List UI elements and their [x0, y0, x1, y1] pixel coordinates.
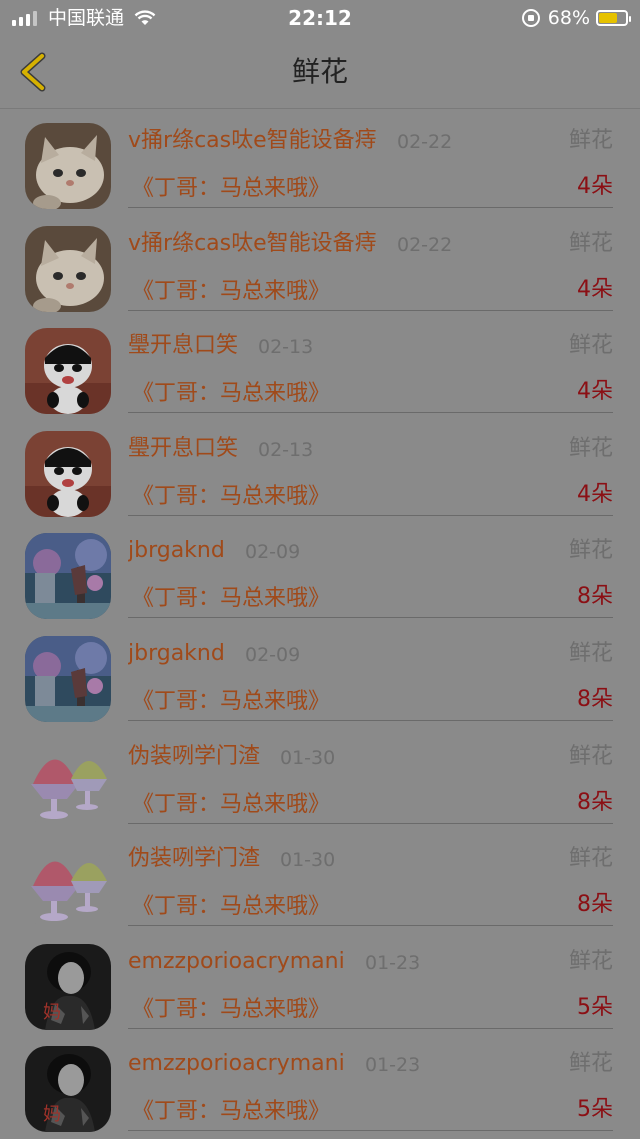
- gift-row[interactable]: jbrgaknd 02-09 鲜花 《丁哥：马总来哦》 8朵: [0, 519, 640, 622]
- sender-name[interactable]: 璺开息口笑: [128, 332, 238, 360]
- battery-icon: [596, 10, 631, 26]
- kitten-avatar: [25, 123, 111, 209]
- sender-name[interactable]: jbrgaknd: [128, 537, 225, 565]
- ice-cream-avatar: [25, 739, 111, 825]
- gift-row[interactable]: v捅r绦cas呔e智能设备痔 02-22 鲜花 《丁哥：马总来哦》 4朵: [0, 212, 640, 315]
- gift-date: 02-09: [245, 541, 301, 564]
- kitten-avatar: [25, 226, 111, 312]
- gift-date: 01-23: [365, 951, 421, 974]
- gift-type: 鲜花: [568, 948, 613, 974]
- gift-message: 《丁哥：马总来哦》: [132, 996, 331, 1022]
- gift-type: 鲜花: [568, 538, 613, 564]
- divider: [128, 1027, 613, 1029]
- divider: [128, 719, 613, 721]
- sender-name[interactable]: v捅r绦cas呔e智能设备痔: [128, 230, 377, 258]
- gift-count: 5朵: [577, 1097, 613, 1123]
- gift-row[interactable]: 璺开息口笑 02-13 鲜花 《丁哥：马总来哦》 4朵: [0, 314, 640, 417]
- sender-name[interactable]: emzzporioacrymani: [128, 1050, 345, 1078]
- sender-name[interactable]: emzzporioacrymani: [128, 948, 345, 976]
- gift-message: 《丁哥：马总来哦》: [132, 1099, 331, 1125]
- avatar[interactable]: [25, 533, 111, 619]
- sender-name[interactable]: jbrgaknd: [128, 640, 225, 668]
- gift-row[interactable]: jbrgaknd 02-09 鲜花 《丁哥：马总来哦》 8朵: [0, 622, 640, 725]
- gift-count: 4朵: [577, 174, 613, 199]
- avatar[interactable]: [25, 123, 111, 209]
- status-bar: 中国联通 22:12 68%: [0, 0, 640, 36]
- ice-cream-avatar: [25, 841, 111, 927]
- avatar[interactable]: [25, 841, 111, 927]
- gift-date: 02-22: [397, 233, 453, 256]
- gift-date: 01-30: [280, 849, 336, 872]
- gift-type: 鲜花: [568, 230, 613, 256]
- battery-level: [599, 13, 617, 23]
- avatar[interactable]: [25, 328, 111, 414]
- nav-bar: 鲜花: [0, 36, 640, 109]
- avatar[interactable]: [25, 1046, 111, 1132]
- gift-row[interactable]: emzzporioacrymani 01-23 鲜花 《丁哥：马总来哦》 5朵: [0, 930, 640, 1033]
- gift-date: 02-13: [258, 336, 314, 359]
- gift-count: 4朵: [577, 276, 613, 302]
- gift-count: 8朵: [577, 892, 613, 918]
- portrait-avatar: [25, 944, 111, 1030]
- sender-name[interactable]: 伪装咧学门渣: [128, 845, 260, 873]
- gift-row[interactable]: v捅r绦cas呔e智能设备痔 02-22 鲜花 《丁哥：马总来哦》 4朵: [0, 109, 640, 212]
- gift-date: 02-13: [258, 438, 314, 461]
- divider: [128, 309, 613, 311]
- avatar[interactable]: [25, 739, 111, 825]
- gift-type: 鲜花: [568, 846, 613, 872]
- panda-avatar: [25, 431, 111, 517]
- sender-name[interactable]: v捅r绦cas呔e智能设备痔: [128, 127, 377, 155]
- gift-row[interactable]: 伪装咧学门渣 01-30 鲜花 《丁哥：马总来哦》 8朵: [0, 827, 640, 930]
- sender-name[interactable]: 璺开息口笑: [128, 435, 238, 463]
- avatar[interactable]: [25, 636, 111, 722]
- gift-message: 《丁哥：马总来哦》: [132, 688, 331, 714]
- avatar[interactable]: [25, 944, 111, 1030]
- gift-type: 鲜花: [568, 743, 613, 769]
- gift-type: 鲜花: [568, 640, 613, 666]
- page-title: 鲜花: [291, 55, 348, 88]
- divider: [128, 617, 613, 619]
- gift-message: 《丁哥：马总来哦》: [132, 791, 331, 817]
- gift-type: 鲜花: [568, 435, 613, 461]
- divider: [128, 207, 613, 208]
- gift-message: 《丁哥：马总来哦》: [132, 176, 331, 201]
- gift-row[interactable]: emzzporioacrymani 01-23 鲜花 《丁哥：马总来哦》 5朵: [0, 1032, 640, 1135]
- anime-avatar: [25, 533, 111, 619]
- gift-list: v捅r绦cas呔e智能设备痔 02-22 鲜花 《丁哥：马总来哦》 4朵 v捅r…: [0, 109, 640, 1135]
- divider: [128, 412, 613, 414]
- gift-count: 8朵: [577, 789, 613, 815]
- divider: [128, 925, 613, 927]
- gift-message: 《丁哥：马总来哦》: [132, 381, 331, 407]
- sender-name[interactable]: 伪装咧学门渣: [128, 743, 260, 771]
- gift-row[interactable]: 璺开息口笑 02-13 鲜花 《丁哥：马总来哦》 4朵: [0, 417, 640, 520]
- gift-row[interactable]: 伪装咧学门渣 01-30 鲜花 《丁哥：马总来哦》 8朵: [0, 725, 640, 828]
- panda-avatar: [25, 328, 111, 414]
- gift-message: 《丁哥：马总来哦》: [132, 278, 331, 304]
- gift-count: 4朵: [577, 481, 613, 507]
- avatar[interactable]: [25, 431, 111, 517]
- rotation-lock-icon: [521, 9, 540, 27]
- gift-type: 鲜花: [568, 1051, 613, 1077]
- gift-count: 8朵: [577, 584, 613, 610]
- gift-message: 《丁哥：马总来哦》: [132, 483, 331, 509]
- gift-date: 02-09: [245, 643, 301, 666]
- portrait-avatar: [25, 1046, 111, 1132]
- gift-type: 鲜花: [568, 128, 613, 153]
- status-right: 68%: [521, 6, 631, 30]
- gift-message: 《丁哥：马总来哦》: [132, 894, 331, 920]
- divider: [128, 1130, 613, 1132]
- anime-avatar: [25, 636, 111, 722]
- divider: [128, 514, 613, 516]
- divider: [128, 822, 613, 824]
- gift-message: 《丁哥：马总来哦》: [132, 586, 331, 612]
- gift-type: 鲜花: [568, 333, 613, 359]
- gift-count: 5朵: [577, 994, 613, 1020]
- avatar[interactable]: [25, 226, 111, 312]
- battery-percent: 68%: [547, 7, 590, 29]
- gift-date: 01-23: [365, 1054, 421, 1077]
- gift-count: 8朵: [577, 686, 613, 712]
- gift-date: 01-30: [280, 746, 336, 769]
- gift-count: 4朵: [577, 379, 613, 405]
- gift-date: 02-22: [397, 131, 453, 153]
